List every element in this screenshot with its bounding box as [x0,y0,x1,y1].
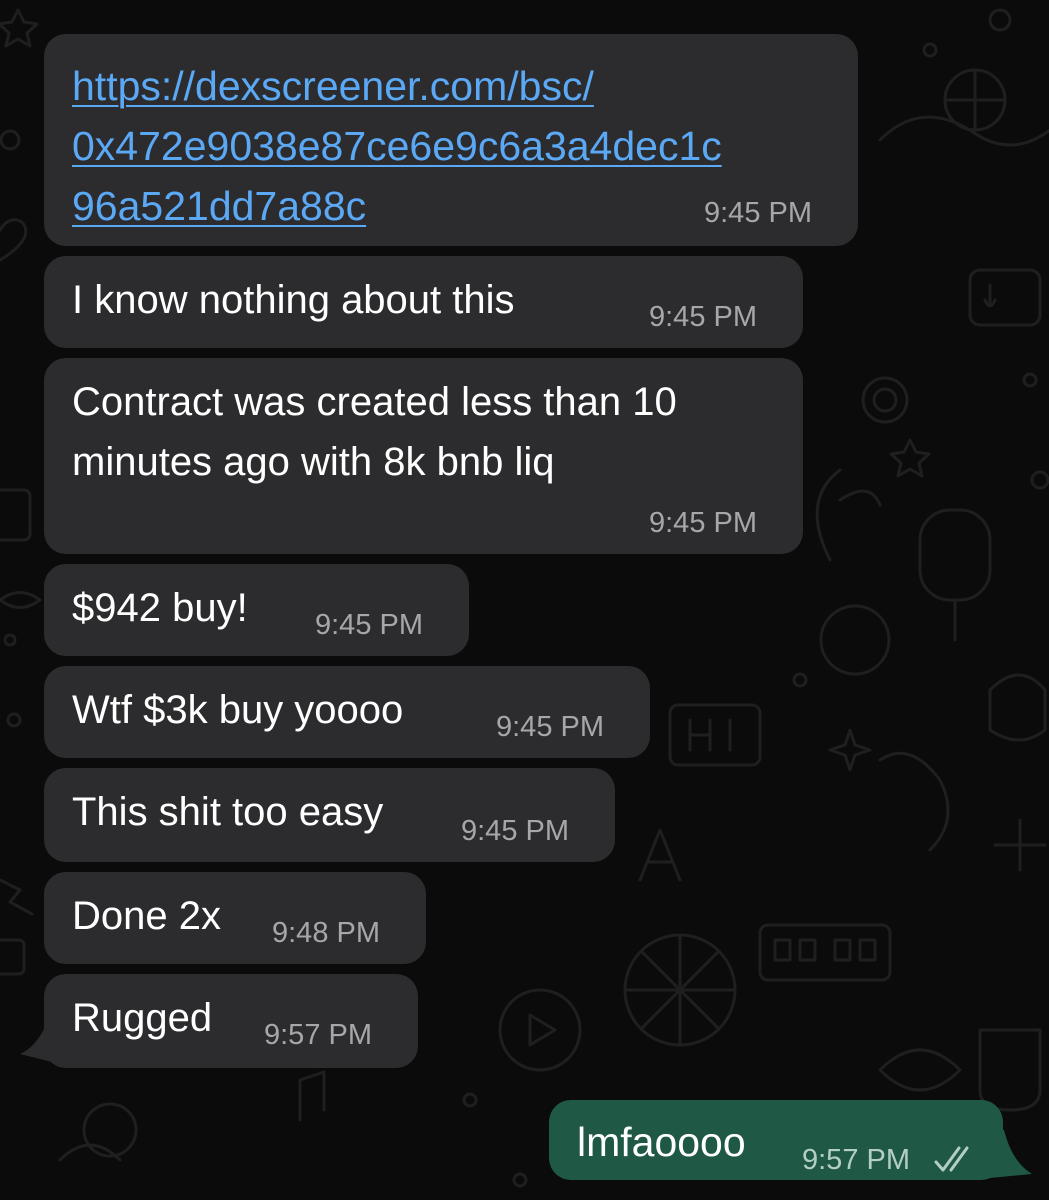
box-doodle-icon [0,938,26,976]
message-time: 9:45 PM [315,609,423,641]
clock-doodle-icon [758,923,892,982]
message-bubble[interactable]: Rugged 9:57 PM [44,974,418,1068]
message-time: 9:45 PM [649,507,757,539]
star-doodle-icon [889,438,931,478]
message-link-line3[interactable]: 96a521dd7a88c [72,176,366,236]
sparkle-doodle-icon [828,728,872,772]
message-time: 9:45 PM [704,197,812,229]
message-bubble-outgoing[interactable]: lmfaoooo 9:57 PM [549,1100,1003,1180]
play-button-doodle-icon [498,988,582,1072]
frame-doodle-icon [0,488,32,542]
dot-doodle-icon [512,1172,528,1188]
message-bubble[interactable]: Contract was created less than 10 minute… [44,358,803,554]
message-link-line1[interactable]: https://dexscreener.com/bsc/ [72,56,594,116]
wave-doodle-icon [878,115,1049,147]
dot-doodle-icon [1030,470,1049,490]
message-time: 9:48 PM [272,917,380,949]
dot-doodle-icon [3,633,17,647]
play-triangle-doodle-icon [528,1013,557,1047]
star-doodle-icon [0,8,39,48]
message-bubble-link[interactable]: https://dexscreener.com/bsc/ 0x472e9038e… [44,34,858,246]
dot-doodle-icon [792,672,808,688]
cup-doodle-icon [978,1028,1042,1112]
letter-a-doodle-icon [638,828,682,882]
plus-doodle-icon [993,818,1047,872]
message-bubble[interactable]: $942 buy! 9:45 PM [44,564,469,656]
fish-doodle-icon [0,591,42,609]
message-bubble[interactable]: I know nothing about this 9:45 PM [44,256,803,348]
dot-doodle-icon [1022,372,1038,388]
dot-doodle-icon [6,712,22,728]
message-text: $942 buy! [72,586,248,630]
message-text-line2: minutes ago with 8k bnb liq [72,440,555,484]
message-time: 9:57 PM [802,1144,910,1176]
camera-doodle-icon [861,376,909,424]
hand-doodle-icon [878,751,950,852]
mic-card-doodle-icon [968,268,1042,327]
camera-lens-doodle-icon [872,387,898,413]
music-note-doodle-icon [298,1070,326,1122]
dog-face-doodle-icon [988,673,1047,742]
circle-doodle-icon [82,1102,138,1158]
message-time: 9:45 PM [461,815,569,847]
message-link-line2[interactable]: 0x472e9038e87ce6e9c6a3a4dec1c [72,116,722,176]
message-bubble[interactable]: This shit too easy 9:45 PM [44,768,615,862]
message-text: Rugged [72,996,213,1040]
read-double-check-icon [934,1146,969,1172]
face-doodle-icon [988,8,1012,32]
message-text: lmfaoooo [577,1119,746,1165]
wink-face-doodle-icon [819,604,891,676]
hi-text-doodle-icon [688,718,732,752]
message-time: 9:45 PM [649,301,757,333]
message-text: I know nothing about this [72,278,515,322]
message-text: Done 2x [72,894,221,938]
dot-doodle-icon [462,1092,478,1108]
message-bubble[interactable]: Done 2x 9:48 PM [44,872,426,964]
message-bubble[interactable]: Wtf $3k buy yoooo 9:45 PM [44,666,650,758]
orange-slice-doodle-icon [623,933,737,1047]
mic-doodle-icon [983,283,997,308]
message-text-line1: Contract was created less than 10 [72,380,677,424]
clock-digits-doodle-icon [773,938,877,962]
swirl-doodle-icon [878,1048,962,1092]
message-time: 9:45 PM [496,711,604,743]
message-text: Wtf $3k buy yoooo [72,688,404,732]
plant-doodle-icon [815,468,882,562]
popsicle-doodle-icon [918,508,992,602]
message-time: 9:57 PM [264,1019,372,1051]
bolt-doodle-icon [0,878,34,916]
dot-doodle-icon [922,42,938,58]
message-text: This shit too easy [72,790,384,834]
hi-sign-doodle-icon [668,703,762,767]
circle-doodle-icon [0,129,21,151]
heart-doodle-icon [0,218,28,262]
